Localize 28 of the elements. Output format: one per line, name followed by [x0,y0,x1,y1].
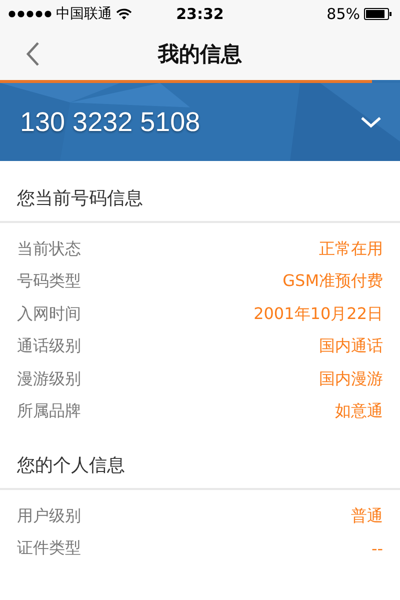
field-label: 号码类型 [17,271,81,292]
field-value: 国内通话 [319,336,383,358]
field-label: 用户级别 [17,506,81,527]
field-value: 如意通 [335,401,383,422]
wifi-icon [116,8,132,20]
field-label: 当前状态 [17,238,81,260]
section-heading: 您当前号码信息 [16,187,144,211]
back-button[interactable] [26,40,42,68]
field-value: 2001年10月22日 [254,304,383,325]
chevron-down-icon[interactable] [360,116,382,128]
carrier-name: 中国联通 [56,4,112,22]
field-value: 普通 [351,506,383,527]
battery-percent: 85% [326,4,360,22]
field-value: 正常在用 [319,238,383,260]
field-value: GSM准预付费 [282,271,383,292]
signal-icon [8,10,52,18]
phone-number: 130 3232 5108 [20,106,200,138]
field-label: 通话级别 [17,336,81,358]
battery-icon [364,8,392,20]
field-label: 漫游级别 [17,368,81,390]
field-label: 所属品牌 [17,401,81,422]
field-label: 入网时间 [17,304,81,325]
clock-time: 23:32 [176,4,224,22]
field-label: 证件类型 [17,538,81,560]
field-value: 国内漫游 [319,368,383,390]
field-value: -- [371,539,383,558]
section-heading: 您的个人信息 [16,454,126,478]
page-title: 我的信息 [158,40,242,68]
